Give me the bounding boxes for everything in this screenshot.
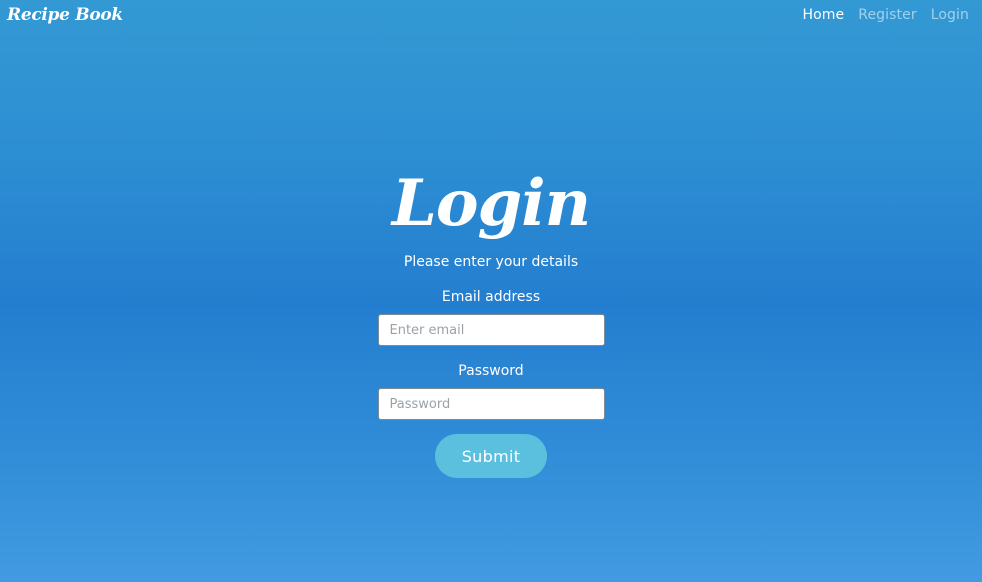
page-subtitle: Please enter your details — [403, 254, 579, 270]
password-field[interactable] — [377, 388, 605, 420]
email-label: Email address — [441, 289, 541, 305]
page-title: Login — [391, 166, 591, 241]
submit-button[interactable]: Submit — [435, 434, 547, 478]
brand-logo[interactable]: Recipe Book — [7, 5, 123, 25]
nav-link-register[interactable]: Register — [858, 7, 916, 23]
nav-link-login[interactable]: Login — [931, 7, 969, 23]
email-field[interactable] — [377, 314, 605, 346]
nav-link-home[interactable]: Home — [803, 7, 845, 23]
nav-links: Home Register Login — [803, 7, 969, 23]
navbar: Recipe Book Home Register Login — [0, 0, 982, 32]
login-form: Login Please enter your details Email ad… — [0, 164, 982, 478]
password-label: Password — [458, 363, 524, 379]
